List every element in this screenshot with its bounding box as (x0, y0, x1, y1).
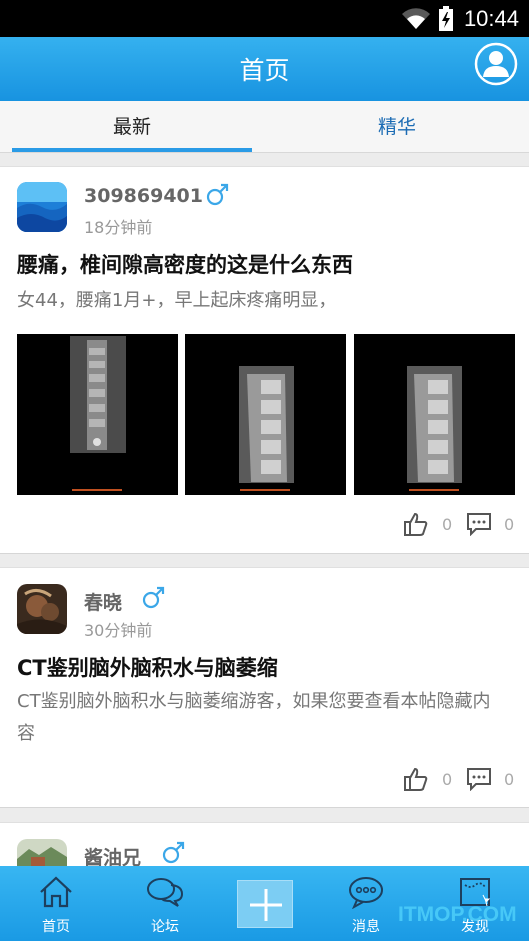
status-time: 10:44 (463, 6, 519, 31)
tab-featured[interactable]: 精华 (265, 101, 529, 153)
tab-bar: 最新 精华 (0, 101, 529, 153)
post-image[interactable] (354, 334, 515, 495)
comment-icon[interactable] (466, 767, 492, 791)
battery-icon (439, 6, 453, 31)
avatar[interactable] (17, 182, 67, 232)
post-card[interactable]: 309869401 18分钟前 腰痛，椎间隙高密度的这是什么东西 女44，腰痛1… (0, 166, 529, 554)
forum-icon (147, 878, 184, 907)
comment-icon[interactable] (466, 512, 492, 536)
post-excerpt: CT鉴别脑外脑积水与脑萎缩游客，如果您要查看本帖隐藏内容 (17, 691, 491, 744)
male-icon (162, 841, 185, 864)
post-card[interactable]: 春晓 30分钟前 CT鉴别脑外脑积水与脑萎缩 CT鉴别脑外脑积水与脑萎缩游客，如… (0, 567, 529, 808)
wifi-icon (402, 8, 430, 30)
like-count: 0 (442, 515, 453, 534)
male-icon (142, 586, 165, 609)
post-image[interactable] (185, 334, 346, 495)
post-username[interactable]: 春晓 (84, 588, 122, 615)
home-icon (40, 876, 72, 908)
post-time: 30分钟前 (84, 621, 153, 640)
plus-icon (250, 889, 282, 921)
app-header: 首页 (0, 37, 529, 101)
like-count: 0 (442, 770, 453, 789)
nav-home-label: 首页 (42, 919, 70, 935)
nav-forum[interactable]: 论坛 (126, 866, 204, 941)
male-icon (206, 183, 229, 206)
post-username[interactable]: 309869401 (84, 185, 203, 207)
nav-forum-label: 论坛 (151, 919, 179, 935)
post-excerpt: 女44，腰痛1月+，早上起床疼痛明显， (17, 290, 337, 311)
tab-latest[interactable]: 最新 (0, 101, 264, 153)
nav-messages[interactable]: 消息 (327, 866, 405, 941)
new-post-button[interactable] (237, 880, 293, 928)
post-title[interactable]: CT鉴别脑外脑积水与脑萎缩 (17, 652, 278, 682)
thumbs-up-icon[interactable] (403, 766, 429, 792)
status-bar: 10:44 (0, 0, 529, 37)
comment-count: 0 (504, 515, 515, 534)
page-title: 首页 (239, 56, 290, 85)
watermark: ITMOP.COM (398, 903, 517, 926)
message-icon (349, 877, 383, 909)
avatar[interactable] (17, 584, 67, 634)
post-image[interactable] (17, 334, 178, 495)
comment-count: 0 (504, 770, 515, 789)
tab-indicator (12, 148, 252, 152)
user-profile-icon[interactable] (474, 42, 518, 86)
post-time: 18分钟前 (84, 218, 153, 237)
nav-home[interactable]: 首页 (17, 866, 95, 941)
thumbs-up-icon[interactable] (403, 511, 429, 537)
nav-messages-label: 消息 (352, 919, 380, 935)
post-title[interactable]: 腰痛，椎间隙高密度的这是什么东西 (17, 249, 353, 279)
